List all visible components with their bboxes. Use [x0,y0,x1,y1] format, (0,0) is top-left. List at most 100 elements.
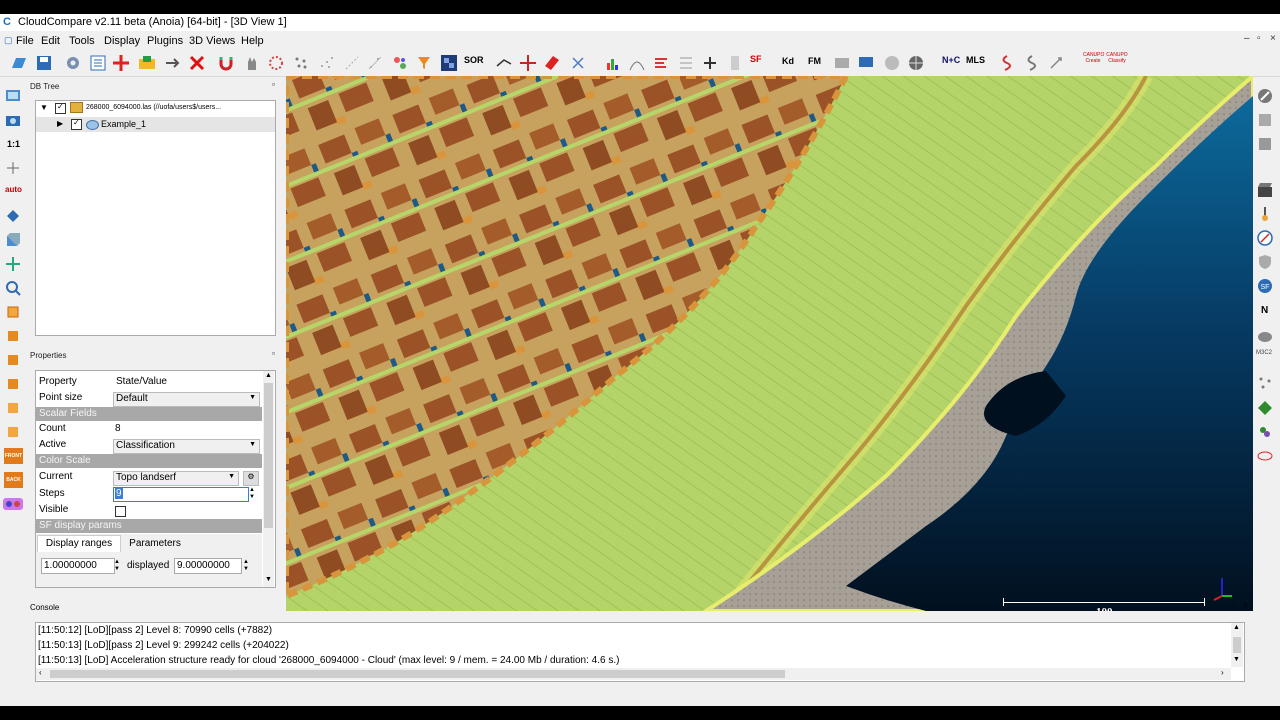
tree-item-example-1[interactable]: ▶ ✓ Example_1 [36,117,275,132]
pick-icon[interactable] [1257,206,1273,222]
right-view-icon[interactable] [5,400,21,416]
normals-curvature-button[interactable]: N+C [942,55,960,65]
scroll-down-icon[interactable]: ▼ [1233,656,1240,663]
scroll-up-icon[interactable]: ▲ [265,372,272,379]
tab-parameters[interactable]: Parameters [120,536,190,551]
menu-plugins[interactable]: Plugins [147,35,183,47]
scan-icon[interactable] [1048,54,1066,72]
steps-spinbox[interactable]: 9 [113,487,249,502]
document-icon[interactable]: ▢ [4,35,13,46]
curve-icon[interactable] [628,54,646,72]
zoom-icon[interactable] [5,280,21,296]
camera-icon[interactable] [5,112,21,128]
scroll-thumb[interactable] [50,670,785,678]
properties-scrollbar[interactable]: ▲ ▼ [263,371,274,587]
section-icon[interactable] [1022,54,1040,72]
mls-button[interactable]: MLS [966,55,985,65]
calc-icon[interactable] [726,54,744,72]
bottom-view-icon[interactable] [5,424,21,440]
display-icon[interactable] [857,54,875,72]
canupo-create-button[interactable]: CANUPO Create [1083,52,1104,64]
plane-icon[interactable] [543,54,561,72]
subsample-icon[interactable] [292,54,310,72]
range-max-spin-arrows-icon[interactable]: ▲ ▼ [243,559,249,573]
range-max-spinbox[interactable]: 9.00000000 [174,558,242,574]
properties-float-icon[interactable]: ▫ [272,349,275,358]
stereo-icon[interactable] [3,496,23,512]
sf-button[interactable]: SF [750,54,762,64]
sample-icon[interactable] [267,54,285,72]
normal-button[interactable]: N [1261,305,1268,316]
menu-help[interactable]: Help [241,35,264,47]
kd-button[interactable]: Kd [782,56,794,66]
range-min-spinbox[interactable]: 1.00000000 [41,558,115,574]
hand-icon[interactable] [243,54,261,72]
sphere-icon[interactable] [883,54,901,72]
scatter-icon[interactable] [366,54,384,72]
filter-icon[interactable] [415,54,433,72]
m3c2-button[interactable]: M3C2 [1256,350,1272,356]
line-icon[interactable] [495,54,513,72]
point-size-combo[interactable]: Default ▼ [113,392,260,407]
back-view-icon[interactable] [5,376,21,392]
tree-item-las-file[interactable]: ▼ ✓ 268000_6094000.las (//uofa/users$/us… [36,101,275,116]
mdi-minimize-icon[interactable]: – [1244,33,1250,44]
dots-icon[interactable] [1257,375,1273,391]
segment-icon[interactable] [164,54,182,72]
translate-icon[interactable] [519,54,537,72]
scale-1-1-button[interactable]: 1:1 [7,139,20,149]
layer-icon[interactable] [1257,112,1273,128]
compass-icon[interactable] [1257,230,1273,246]
tree-item-checkbox[interactable]: ✓ [71,118,82,130]
canupo-classify-button[interactable]: CANUPO Classify [1106,52,1128,64]
mesh-icon[interactable] [833,54,851,72]
console-float-icon[interactable]: ▫ [1232,601,1235,610]
delete-icon[interactable] [188,54,206,72]
console-hscrollbar[interactable]: ‹ › [36,668,1231,680]
view-icon[interactable] [5,88,21,104]
cube-icon[interactable] [5,232,21,248]
register-icon[interactable] [569,54,587,72]
bar-compare-icon[interactable] [652,54,670,72]
density-icon[interactable] [391,54,409,72]
menu-edit[interactable]: Edit [41,35,60,47]
raster-icon[interactable] [440,54,458,72]
shield-icon[interactable] [1257,254,1273,270]
expand-arrow-icon[interactable]: ▼ [40,103,48,112]
merge-icon[interactable] [112,54,130,72]
scroll-left-icon[interactable]: ‹ [39,668,42,677]
clapperboard-icon[interactable] [1257,182,1273,198]
mdi-restore-icon[interactable]: ▫ [1257,33,1261,44]
open-icon[interactable] [10,54,28,72]
scroll-right-icon[interactable]: › [1221,668,1224,677]
menu-tools[interactable]: Tools [69,35,95,47]
pan-icon[interactable] [5,256,21,272]
auto-pivot-button[interactable]: auto [5,185,22,194]
collapse-arrow-icon[interactable]: ▶ [57,119,63,128]
list-icon[interactable] [89,54,107,72]
console-close-icon[interactable]: × [1243,600,1248,610]
save-icon[interactable] [35,54,53,72]
steps-spin-arrows-icon[interactable]: ▲ ▼ [249,487,255,501]
color-scale-combo[interactable]: Topo landserf ▼ [113,471,239,486]
scroll-thumb[interactable] [1233,637,1241,653]
add-icon[interactable] [701,54,719,72]
console-vscrollbar[interactable]: ▲ ▼ [1231,623,1243,667]
menu-file[interactable]: File [16,35,34,47]
range-min-spin-arrows-icon[interactable]: ▲ ▼ [114,559,120,573]
tab-display-ranges[interactable]: Display ranges [37,535,121,552]
front-iso-button[interactable]: FRONT [4,448,23,464]
path-icon[interactable] [997,54,1015,72]
noise-icon[interactable] [318,54,336,72]
mdi-close-icon[interactable]: × [1270,33,1276,44]
point-cloud-render[interactable] [286,76,1253,611]
active-sf-combo[interactable]: Classification ▼ [113,439,260,454]
db-tree-float-icon[interactable]: ▫ [272,80,275,89]
stop-icon[interactable] [1257,88,1273,104]
menu-3d-views[interactable]: 3D Views [189,35,235,47]
top-view-icon[interactable] [5,304,21,320]
tree-item-checkbox[interactable]: ✓ [55,102,66,114]
globe-icon[interactable] [907,54,925,72]
left-view-icon[interactable] [5,352,21,368]
color-icon[interactable] [138,54,156,72]
